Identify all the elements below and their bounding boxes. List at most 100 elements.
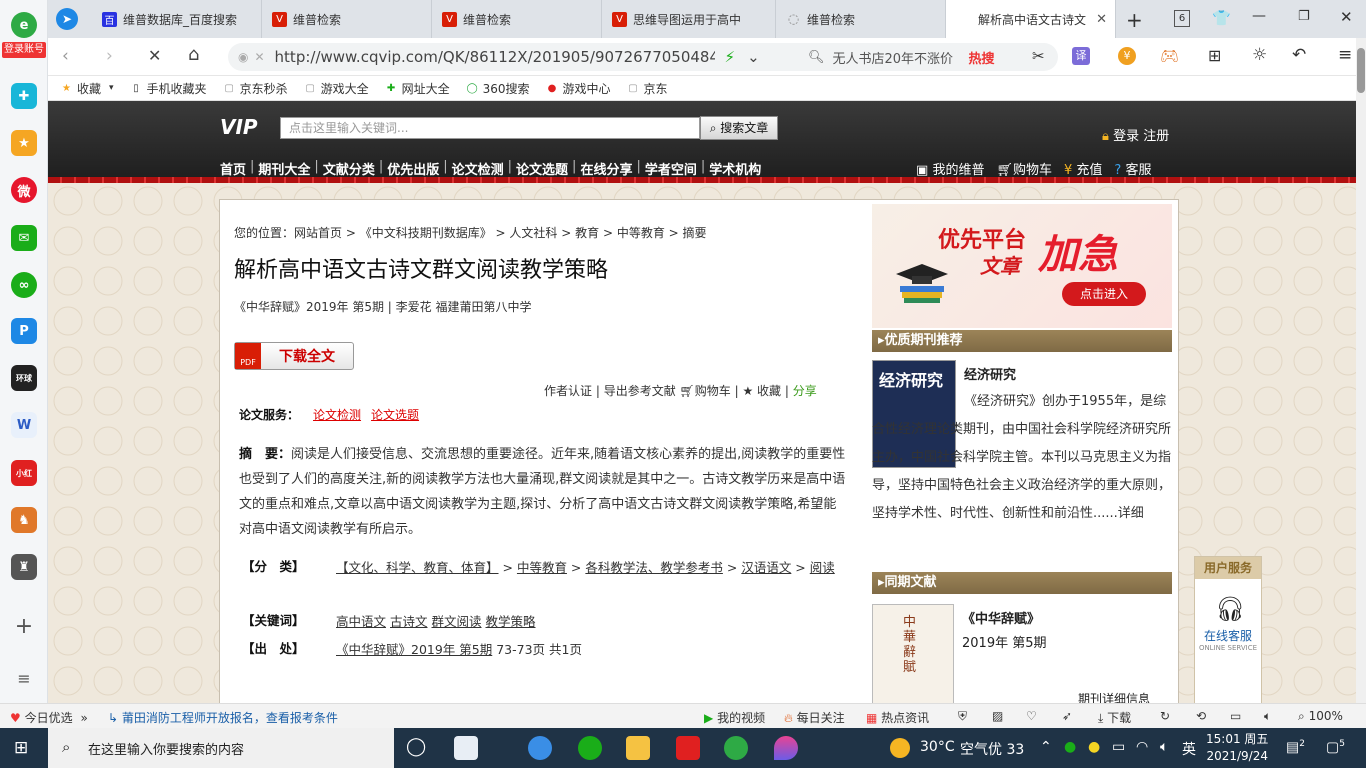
- file-explorer-icon[interactable]: [626, 736, 650, 760]
- login-account-button[interactable]: 登录账号: [2, 42, 46, 58]
- chat-notification-icon[interactable]: ▤2: [1286, 739, 1305, 756]
- ad-enter-button[interactable]: 点击进入: [1062, 282, 1146, 306]
- breadcrumb-item[interactable]: 网站首页: [294, 226, 342, 240]
- game-controller-icon[interactable]: 🎮︎: [1160, 47, 1179, 65]
- refresh-icon[interactable]: ↻: [1160, 709, 1170, 723]
- hot-search-badge[interactable]: 热搜: [969, 48, 995, 67]
- lightning-icon[interactable]: ⚡: [725, 48, 736, 66]
- action-center-icon[interactable]: ▢5: [1326, 739, 1345, 756]
- windows-start-icon[interactable]: ⊞: [14, 738, 28, 758]
- link-app-icon[interactable]: ∞: [11, 272, 37, 298]
- topic-select-link[interactable]: 论文选题: [371, 408, 419, 422]
- image-icon[interactable]: ▨: [992, 709, 1003, 723]
- class-link[interactable]: 汉语语文: [741, 560, 791, 575]
- author-cert-link[interactable]: 作者认证: [544, 384, 592, 398]
- tab-vip-1[interactable]: V 维普检索: [262, 0, 432, 38]
- keyword-link[interactable]: 高中语文: [336, 614, 386, 629]
- zoom-level[interactable]: ⌕ 100%: [1298, 709, 1343, 724]
- sync-icon[interactable]: ⟲: [1196, 709, 1206, 723]
- minimize-icon[interactable]: —: [1252, 8, 1266, 24]
- tray-app-icon[interactable]: ●: [1064, 739, 1076, 755]
- heart-outline-icon[interactable]: ♡: [1026, 709, 1037, 723]
- game2-app-icon[interactable]: ♜: [11, 554, 37, 580]
- journal-title[interactable]: 经济研究: [964, 364, 1016, 383]
- vip-logo[interactable]: VIP: [220, 115, 258, 139]
- bookmark-mobile[interactable]: ▯ 手机收藏夹: [130, 80, 206, 97]
- color-app-icon[interactable]: [774, 736, 798, 760]
- register-link[interactable]: 注册: [1143, 129, 1169, 144]
- breadcrumb-item[interactable]: 教育: [575, 226, 599, 240]
- scroll-thumb[interactable]: [1357, 48, 1365, 93]
- breadcrumb-item[interactable]: 中等教育: [617, 226, 665, 240]
- nav-scholar-space[interactable]: 学者空间: [643, 159, 699, 178]
- tab-vip-2[interactable]: V 维普检索: [432, 0, 602, 38]
- close-tab-icon[interactable]: ✕: [1096, 12, 1107, 27]
- weibo-icon[interactable]: 微: [11, 177, 37, 203]
- nav-priority-publish[interactable]: 优先出版: [385, 159, 441, 178]
- today-picks[interactable]: ♥ 今日优选 »: [10, 709, 88, 726]
- class-link[interactable]: 【文化、科学、教育、体育】: [336, 560, 499, 575]
- chevron-down-icon[interactable]: ⌄: [747, 48, 760, 66]
- recharge-link[interactable]: ¥ 充值: [1064, 159, 1102, 178]
- scissors-icon[interactable]: ✂: [1032, 47, 1045, 65]
- taskbar-search[interactable]: ⌕ 在这里输入你要搜索的内容: [48, 728, 394, 768]
- vertical-scrollbar[interactable]: [1356, 38, 1366, 703]
- brightness-icon[interactable]: ☼: [1252, 45, 1267, 65]
- cart-link[interactable]: 🛒︎购物车: [996, 159, 1052, 178]
- journal-cover-image[interactable]: 中華辭賦: [872, 604, 954, 703]
- url-text[interactable]: http://www.cqvip.com/QK/86112X/201905/90…: [275, 48, 715, 66]
- undo-icon[interactable]: ↶: [1292, 45, 1306, 65]
- keyword-link[interactable]: 群文阅读: [432, 614, 482, 629]
- sidebar-app-icon[interactable]: ✚: [11, 83, 37, 109]
- volume-icon[interactable]: 🔈︎: [1264, 709, 1271, 724]
- news-ticker[interactable]: ↳ 莆田消防工程师开放报名，查看报考条件: [108, 709, 338, 726]
- game-app-icon[interactable]: ♞: [11, 507, 37, 533]
- wps-office-icon[interactable]: [676, 736, 700, 760]
- login-link[interactable]: 登录: [1113, 129, 1139, 144]
- nav-topic-select[interactable]: 论文选题: [514, 159, 570, 178]
- nav-online-share[interactable]: 在线分享: [578, 159, 634, 178]
- p-app-icon[interactable]: P: [11, 318, 37, 344]
- nav-classification[interactable]: 文献分类: [321, 159, 377, 178]
- online-service-link[interactable]: 在线客服: [1195, 627, 1261, 644]
- tab-active-article[interactable]: 解析高中语文古诗文 ✕: [946, 0, 1116, 38]
- wifi-icon[interactable]: ◠: [1136, 739, 1148, 755]
- source-link[interactable]: 《中华辞赋》2019年 第5期: [336, 642, 492, 657]
- keyword-link[interactable]: 教学策略: [486, 614, 536, 629]
- favorite-link[interactable]: 收藏: [757, 384, 781, 398]
- address-bar[interactable]: ◉ ✕ http://www.cqvip.com/QK/86112X/20190…: [228, 43, 834, 71]
- priority-publish-ad[interactable]: 优先平台 文章 加急 点击进入: [872, 204, 1172, 328]
- download-fulltext-button[interactable]: PDF 下载全文: [234, 342, 354, 370]
- nav-paper-check[interactable]: 论文检测: [450, 159, 506, 178]
- close-window-icon[interactable]: ✕: [1340, 8, 1353, 26]
- browser-app-icon[interactable]: [528, 736, 552, 760]
- home-icon[interactable]: ⌂: [188, 44, 199, 65]
- coin-icon[interactable]: ¥: [1118, 47, 1136, 65]
- journal-title[interactable]: 《中华辞赋》: [962, 608, 1040, 627]
- nav-institutions[interactable]: 学术机构: [707, 159, 763, 178]
- tray-expand-icon[interactable]: ⌃: [1040, 739, 1052, 755]
- tab-count-icon[interactable]: 6: [1174, 10, 1190, 27]
- share-link[interactable]: 分享: [793, 384, 817, 398]
- rocket-icon[interactable]: ➶: [1062, 709, 1072, 723]
- pinwheel-app-icon[interactable]: [454, 736, 478, 760]
- favorites-star-icon[interactable]: ★: [11, 130, 37, 156]
- class-link[interactable]: 中等教育: [517, 560, 567, 575]
- huanqiu-app-icon[interactable]: 环球: [11, 365, 37, 391]
- forward-icon[interactable]: ›: [106, 46, 113, 66]
- keyword-link[interactable]: 古诗文: [390, 614, 428, 629]
- download-status[interactable]: ⤓ 下载: [1098, 709, 1131, 726]
- tab-baidu[interactable]: 百维普数据库_百度搜索: [92, 0, 262, 38]
- word-doc-icon[interactable]: W: [11, 412, 37, 438]
- stop-loading-icon[interactable]: ✕: [148, 46, 161, 65]
- breadcrumb-item[interactable]: 人文社科: [509, 226, 557, 240]
- bookmark-jd-seckill[interactable]: ▢ 京东秒杀: [223, 80, 287, 97]
- restore-icon[interactable]: ❐: [1298, 9, 1310, 24]
- tab-vip-3[interactable]: ◌ 维普检索: [776, 0, 946, 38]
- tray-app2-icon[interactable]: ●: [1088, 739, 1100, 755]
- translate-icon[interactable]: 译: [1072, 47, 1090, 65]
- journal-details-link[interactable]: 期刊详细信息: [1078, 690, 1150, 703]
- battery-icon[interactable]: ▭: [1112, 739, 1125, 755]
- grid-apps-icon[interactable]: ⊞: [1208, 46, 1221, 65]
- daily-focus[interactable]: 🔥︎ 每日关注: [784, 709, 845, 726]
